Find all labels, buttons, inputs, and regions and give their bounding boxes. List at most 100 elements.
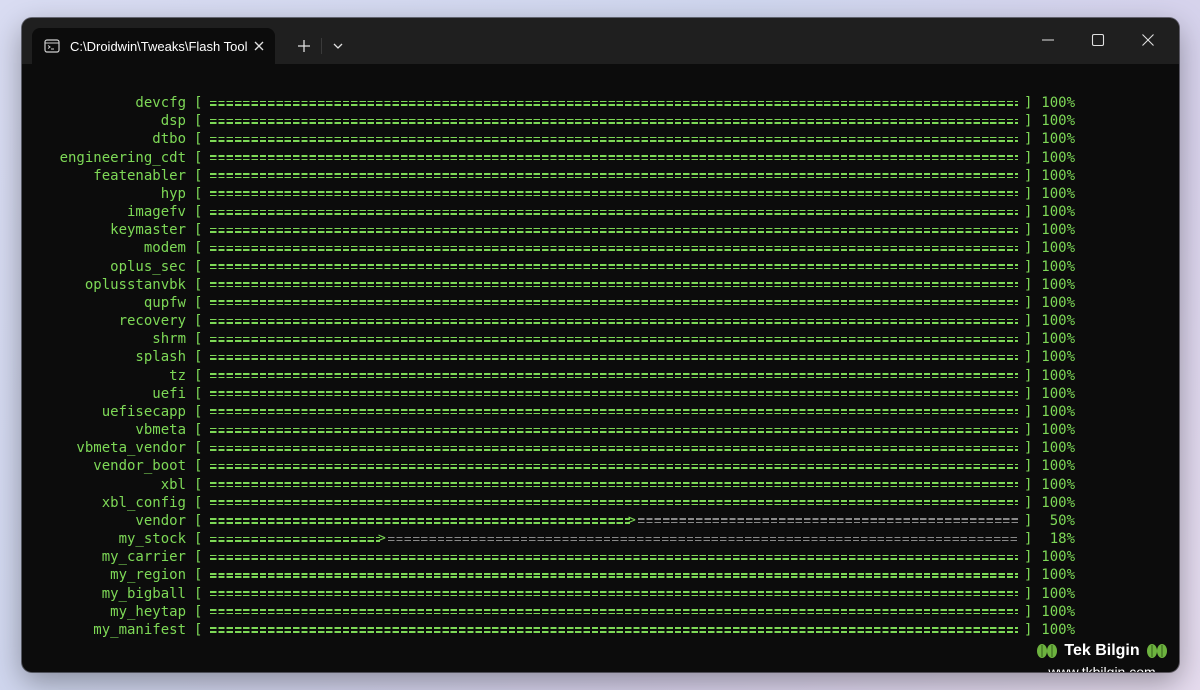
progress-bar [210, 572, 1018, 578]
progress-bar-fill [210, 627, 1018, 633]
tab-close-button[interactable] [248, 32, 272, 60]
bracket-left: [ [194, 585, 203, 602]
progress-bar [210, 227, 1018, 233]
bracket-left: [ [194, 95, 203, 111]
tab-dropdown-button[interactable] [324, 32, 352, 60]
partition-name: featenabler [93, 167, 186, 184]
partition-name: hyp [160, 185, 186, 202]
terminal-output[interactable]: devcfg[] 100% dsp[] 100% dtbo[] 100% engineeri… [22, 74, 1179, 638]
progress-bar-remaining [638, 518, 1018, 524]
bracket-left: [ [194, 276, 203, 293]
progress-bar-fill [210, 518, 630, 524]
progress-percent: 100% [1041, 131, 1075, 148]
progress-bar-fill [210, 591, 1018, 597]
bracket-left: [ [194, 131, 203, 148]
progress-row: vbmeta [] 100% [22, 421, 1179, 439]
partition-name: uefisecapp [101, 403, 186, 420]
bracket-right: ] [1024, 349, 1033, 366]
progress-row: my_heytap [] 100% [22, 603, 1179, 621]
progress-bar-fill [210, 482, 1018, 488]
progress-bar-fill [210, 427, 1018, 433]
progress-bar-fill [210, 373, 1018, 379]
progress-percent: 100% [1041, 621, 1075, 638]
bracket-right: ] [1024, 403, 1033, 420]
bracket-right: ] [1024, 185, 1033, 202]
progress-row: xbl [] 100% [22, 476, 1179, 494]
partition-name: my_region [110, 567, 186, 584]
partition-name: my_stock [118, 531, 186, 548]
minimize-button[interactable] [1024, 22, 1072, 58]
bracket-left: [ [194, 185, 203, 202]
progress-bar-remaining [388, 536, 1018, 542]
partition-name: shrm [152, 331, 186, 348]
progress-bar: > [210, 513, 1018, 528]
window-close-button[interactable] [1124, 22, 1172, 58]
tab-title: C:\Droidwin\Tweaks\Flash Tool [70, 38, 248, 54]
progress-bar [210, 373, 1018, 379]
bracket-left: [ [194, 567, 203, 584]
progress-percent: 100% [1041, 422, 1075, 439]
progress-bar [210, 100, 1018, 106]
bracket-left: [ [194, 512, 203, 529]
partition-name: uefi [152, 385, 186, 402]
progress-bar-fill [210, 100, 1018, 106]
progress-bar [210, 136, 1018, 142]
terminal-tab[interactable]: C:\Droidwin\Tweaks\Flash Tool [32, 28, 275, 64]
progress-percent: 100% [1041, 367, 1075, 384]
partition-name: modem [143, 240, 186, 257]
bracket-right: ] [1024, 567, 1033, 584]
progress-bar-fill [210, 391, 1018, 397]
progress-bar [210, 554, 1018, 560]
progress-bar-fill [210, 463, 1018, 469]
close-icon [254, 41, 264, 51]
progress-bar-fill [210, 136, 1018, 142]
bracket-left: [ [194, 367, 203, 384]
bracket-left: [ [194, 476, 203, 493]
progress-row: modem [] 100% [22, 239, 1179, 257]
partition-name: imagefv [126, 204, 186, 221]
progress-bar-fill [210, 318, 1018, 324]
progress-bar [210, 282, 1018, 288]
bracket-right: ] [1024, 585, 1033, 602]
progress-percent: 100% [1041, 185, 1075, 202]
progress-percent: 100% [1041, 240, 1075, 257]
progress-row: imagefv [] 100% [22, 203, 1179, 221]
partition-name: my_bigball [101, 585, 186, 602]
progress-bar-fill [210, 155, 1018, 161]
progress-bar [210, 264, 1018, 270]
new-tab-button[interactable] [290, 32, 318, 60]
maximize-button[interactable] [1074, 22, 1122, 58]
progress-percent: 100% [1041, 349, 1075, 366]
minimize-icon [1042, 39, 1054, 41]
progress-row: uefisecapp [] 100% [22, 403, 1179, 421]
progress-bar-fill [210, 191, 1018, 197]
progress-bar [210, 627, 1018, 633]
progress-percent: 100% [1041, 167, 1075, 184]
progress-bar-fill [210, 173, 1018, 179]
progress-bar-fill [210, 554, 1018, 560]
watermark: Tek Bilgin www.tkbilgin.com [1028, 640, 1178, 672]
partition-name: xbl_config [101, 494, 186, 511]
tek-bilgin-logo [1146, 644, 1167, 658]
maximize-icon [1091, 33, 1105, 47]
progress-bar-arrow: > [628, 512, 636, 528]
bracket-left: [ [194, 149, 203, 166]
bracket-left: [ [194, 313, 203, 330]
bracket-right: ] [1024, 603, 1033, 620]
progress-row: keymaster [] 100% [22, 221, 1179, 239]
progress-bar-fill [210, 609, 1018, 615]
bracket-left: [ [194, 385, 203, 402]
progress-row: splash [] 100% [22, 348, 1179, 366]
progress-percent: 100% [1041, 440, 1075, 457]
bracket-right: ] [1024, 512, 1033, 529]
partition-name: dtbo [152, 131, 186, 148]
bracket-left: [ [194, 403, 203, 420]
bracket-right: ] [1024, 222, 1033, 239]
progress-percent: 100% [1041, 113, 1075, 130]
watermark-title: Tek Bilgin [1064, 642, 1140, 659]
bracket-left: [ [194, 222, 203, 239]
progress-percent: 100% [1041, 567, 1075, 584]
bracket-right: ] [1024, 131, 1033, 148]
progress-bar [210, 118, 1018, 124]
progress-row: vendor [>] 50% [22, 512, 1179, 530]
